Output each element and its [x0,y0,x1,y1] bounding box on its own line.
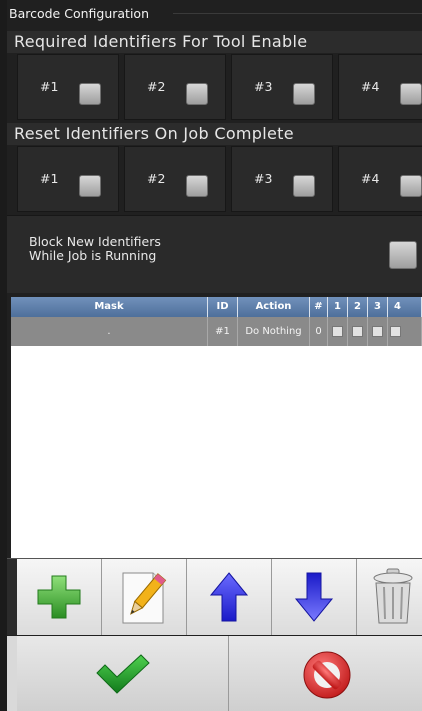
checkmark-icon [96,654,150,694]
cell-flag-3[interactable] [368,317,388,346]
required-identifier-2[interactable]: #2 [124,54,226,120]
identifier-label: #2 [147,79,166,94]
cell-flag-1[interactable] [328,317,348,346]
column-header-2[interactable]: 2 [348,297,368,317]
cell-flag-4[interactable] [388,317,422,346]
window-title: Barcode Configuration [9,6,149,21]
required-identifier-3-checkbox[interactable] [293,83,315,105]
table-toolbar [7,558,422,635]
column-header-action[interactable]: Action [238,297,310,317]
barcode-config-panel: Barcode Configuration Required Identifie… [7,0,422,711]
edit-button[interactable] [102,559,187,635]
block-label-line-1: Block New Identifiers [29,234,161,249]
required-identifier-1-checkbox[interactable] [79,83,101,105]
identifier-label: #3 [254,171,273,186]
column-header-4[interactable]: 4 [388,297,422,317]
block-new-identifiers-checkbox[interactable] [389,241,417,269]
column-header-3[interactable]: 3 [368,297,388,317]
add-button[interactable] [17,559,102,635]
move-down-button[interactable] [272,559,357,635]
reset-identifier-2[interactable]: #2 [124,146,226,212]
cell-mask: . [11,317,208,346]
pencil-icon [122,572,167,624]
identifier-label: #4 [361,171,380,186]
reset-identifier-3[interactable]: #3 [231,146,333,212]
required-identifier-4-checkbox[interactable] [400,83,422,105]
reset-identifiers-row: #1 #2 #3 #4 [7,146,422,214]
column-header-mask[interactable]: Mask [11,297,208,317]
column-header-1[interactable]: 1 [328,297,348,317]
cell-flag-3-checkbox[interactable] [372,325,383,337]
reset-identifier-1-checkbox[interactable] [79,175,101,197]
cancel-button[interactable] [229,636,422,711]
required-identifier-3[interactable]: #3 [231,54,333,120]
identifier-label: #1 [40,171,59,186]
identifier-label: #3 [254,79,273,94]
identifier-label: #2 [147,171,166,186]
required-identifier-4[interactable]: #4 [338,54,422,120]
required-identifier-1[interactable]: #1 [17,54,119,120]
column-header-count[interactable]: # [310,297,328,317]
title-divider [173,13,422,14]
block-new-identifiers-label: Block New Identifiers While Job is Runni… [29,235,249,263]
arrow-down-icon [294,572,334,622]
cancel-icon [303,651,351,699]
move-up-button[interactable] [187,559,272,635]
cell-flag-1-checkbox[interactable] [332,325,343,337]
cell-id: #1 [208,317,238,346]
reset-identifiers-heading: Reset Identifiers On Job Complete [7,123,422,145]
required-identifiers-heading: Required Identifiers For Tool Enable [7,31,422,53]
identifier-label: #1 [40,79,59,94]
table-header: Mask ID Action # 1 2 3 4 [11,297,422,317]
reset-identifier-4-checkbox[interactable] [400,175,422,197]
trash-icon [373,568,413,624]
plus-icon [37,575,81,619]
dialog-actions [7,636,422,711]
cell-action: Do Nothing [238,317,310,346]
column-header-id[interactable]: ID [208,297,238,317]
cell-count: 0 [310,317,328,346]
identifier-label: #4 [361,79,380,94]
required-identifier-2-checkbox[interactable] [186,83,208,105]
arrow-up-icon [209,572,249,622]
cell-flag-2-checkbox[interactable] [352,325,363,337]
ok-button[interactable] [17,636,229,711]
mask-table: Mask ID Action # 1 2 3 4 . #1 Do Nothing… [11,297,422,559]
block-label-line-2: While Job is Running [29,248,157,263]
cell-flag-4-checkbox[interactable] [390,325,401,337]
reset-identifier-4[interactable]: #4 [338,146,422,212]
reset-identifier-3-checkbox[interactable] [293,175,315,197]
cell-flag-2[interactable] [348,317,368,346]
required-identifiers-row: #1 #2 #3 #4 [7,54,422,122]
delete-button[interactable] [357,559,422,635]
table-row[interactable]: . #1 Do Nothing 0 [11,317,422,346]
reset-identifier-1[interactable]: #1 [17,146,119,212]
block-new-identifiers-setting[interactable]: Block New Identifiers While Job is Runni… [7,215,422,293]
reset-identifier-2-checkbox[interactable] [186,175,208,197]
